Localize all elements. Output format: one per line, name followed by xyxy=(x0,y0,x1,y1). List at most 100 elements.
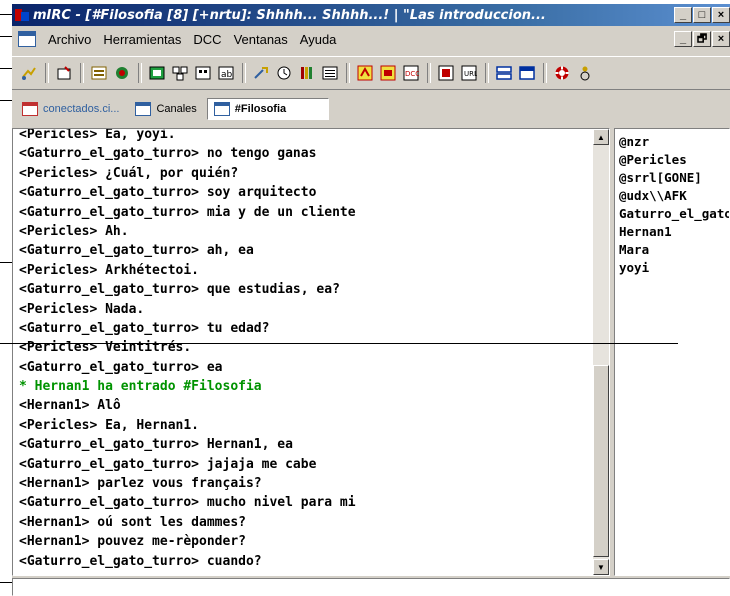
tile-icon[interactable] xyxy=(321,64,339,82)
status-window-icon xyxy=(22,102,38,116)
chat-message: <Pericles> Ea, Hernan1. xyxy=(19,417,200,433)
timer-icon[interactable]: ab xyxy=(217,64,235,82)
mdi-minimize-button[interactable]: _ xyxy=(674,31,692,47)
chat-message: <Pericles> Ea, yoyi. xyxy=(19,128,176,142)
toolbar: ab DCC URL xyxy=(12,56,730,90)
callout-divider-line xyxy=(0,343,678,344)
log-icon[interactable] xyxy=(275,64,293,82)
list-icon[interactable] xyxy=(298,64,316,82)
chat-message: <Gaturro_el_gato_turro> Hernan1, ea xyxy=(19,437,293,453)
chat-scrollbar[interactable]: ▲ ▼ xyxy=(593,129,609,575)
chat-message: <Gaturro_el_gato_turro> no tengo ganas xyxy=(19,146,317,162)
tab-status-window[interactable]: conectados.ci... xyxy=(16,99,125,119)
mirc-app-icon[interactable] xyxy=(14,7,30,23)
chat-message: <Pericles> ¿Cuál, por quién? xyxy=(19,165,239,181)
menu-ventanas[interactable]: Ventanas xyxy=(228,32,294,47)
mdi-restore-button[interactable]: 🗗 xyxy=(693,31,711,47)
nick-item[interactable]: yoyi xyxy=(615,259,729,277)
chat-message: <Gaturro_el_gato_turro> mia y de un clie… xyxy=(19,204,356,220)
channel-list-tab-icon xyxy=(135,102,152,116)
svg-text:DCC: DCC xyxy=(405,70,419,78)
window-title: mIRC - [#Filosofia [8] [+nrtu]: Shhhh...… xyxy=(33,7,546,23)
chat-message: <Hernan1> parlez vous français? xyxy=(19,476,262,492)
switchbar: conectados.ci... Canales #Filosofia xyxy=(12,96,730,122)
send-file-icon[interactable] xyxy=(356,64,374,82)
nick-item[interactable]: Hernan1 xyxy=(615,223,729,241)
tab-channel-list[interactable]: Canales xyxy=(129,99,202,119)
nick-list[interactable]: @nzr @Pericles @srrl[GONE] @udx\\AFK Gaturro… xyxy=(614,128,730,576)
scroll-thumb[interactable] xyxy=(593,365,609,557)
svg-text:ab: ab xyxy=(221,70,233,80)
connect-icon[interactable] xyxy=(20,64,38,82)
nick-item[interactable]: @nzr xyxy=(615,133,729,151)
chat-message: <Gaturro_el_gato_turro> ea xyxy=(19,359,223,375)
toolbar-separator xyxy=(45,63,49,83)
menu-ayuda[interactable]: Ayuda xyxy=(294,32,343,47)
tab-filosofia[interactable]: #Filosofia xyxy=(206,98,329,120)
mirc-window: mIRC - [#Filosofia [8] [+nrtu]: Shhhh...… xyxy=(12,4,730,596)
cascade-windows-icon[interactable] xyxy=(518,64,536,82)
colors-icon[interactable] xyxy=(148,64,166,82)
scroll-up-button[interactable]: ▲ xyxy=(593,129,609,145)
about-icon[interactable] xyxy=(576,64,594,82)
chat-message: <Gaturro_el_gato_turro> ah, ea xyxy=(19,243,254,259)
chat-message: <Gaturro_el_gato_turro> mucho nivel para… xyxy=(19,495,356,511)
svg-text:URL: URL xyxy=(464,70,477,78)
address-book-icon[interactable] xyxy=(113,64,131,82)
scroll-down-button[interactable]: ▼ xyxy=(593,559,609,575)
received-icon[interactable] xyxy=(437,64,455,82)
close-button[interactable]: × xyxy=(712,7,730,23)
dcc-icon[interactable] xyxy=(171,64,189,82)
minimize-button[interactable]: _ xyxy=(674,7,692,23)
channel-tab-icon xyxy=(213,102,230,116)
join-notice: * Hernan1 ha entrado #Filosofia xyxy=(19,379,262,395)
toolbar-separator xyxy=(543,63,547,83)
chat-message: <Pericles> Arkhétectoi. xyxy=(19,262,200,278)
menu-dcc[interactable]: DCC xyxy=(187,32,227,47)
help-lifebuoy-icon[interactable] xyxy=(553,64,571,82)
options-icon[interactable] xyxy=(55,64,73,82)
chat-message: <Gaturro_el_gato_turro> jajaja me cabe xyxy=(19,456,317,472)
nick-item[interactable]: @udx\\AFK xyxy=(615,187,729,205)
tab-label: Canales xyxy=(156,103,197,115)
chat-icon[interactable] xyxy=(379,64,397,82)
chat-message: <Hernan1> oú sont les dammes? xyxy=(19,514,246,530)
toolbar-separator xyxy=(138,63,142,83)
channel-list-icon[interactable] xyxy=(90,64,108,82)
tab-label: #Filosofia xyxy=(234,103,287,115)
chat-message: <Gaturro_el_gato_turro> tu edad? xyxy=(19,320,270,336)
toolbar-separator xyxy=(427,63,431,83)
menu-herramientas[interactable]: Herramientas xyxy=(97,32,187,47)
toolbar-separator xyxy=(80,63,84,83)
nick-item[interactable]: @Pericles xyxy=(615,151,729,169)
dcc-chat-icon[interactable]: DCC xyxy=(402,64,420,82)
maximize-button[interactable]: □ xyxy=(693,7,711,23)
url-icon[interactable] xyxy=(252,64,270,82)
nick-item[interactable]: Mara xyxy=(615,241,729,259)
chat-message: <Gaturro_el_gato_turro> que estudias, ea… xyxy=(19,282,340,298)
chat-messages: <Pericles> Ea, yoyi. <Gaturro_el_gato_tur… xyxy=(19,128,589,571)
notify-icon[interactable] xyxy=(194,64,212,82)
logs-icon[interactable]: URL xyxy=(460,64,478,82)
menu-bar: Archivo Herramientas DCC Ventanas Ayuda … xyxy=(12,28,730,50)
chat-message: <Gaturro_el_gato_turro> soy arquitecto xyxy=(19,185,317,201)
nick-item[interactable]: Gaturro_el_gato_turro xyxy=(615,205,729,223)
tile-windows-icon[interactable] xyxy=(495,64,513,82)
chat-message: <Hernan1> Alô xyxy=(19,398,121,414)
nick-item[interactable]: @srrl[GONE] xyxy=(615,169,729,187)
chat-message: <Pericles> Veintitrés. xyxy=(19,340,192,356)
chat-message: <Pericles> Ah. xyxy=(19,223,129,239)
mdi-close-button[interactable]: × xyxy=(712,31,730,47)
toolbar-separator xyxy=(485,63,489,83)
chat-window[interactable]: <Pericles> Ea, yoyi. <Gaturro_el_gato_tur… xyxy=(12,128,610,576)
title-bar[interactable]: mIRC - [#Filosofia [8] [+nrtu]: Shhhh...… xyxy=(12,4,730,26)
menu-archivo[interactable]: Archivo xyxy=(42,32,97,47)
chat-message: <Pericles> Nada. xyxy=(19,301,145,317)
channel-window-icon[interactable] xyxy=(18,31,36,47)
tab-label: conectados.ci... xyxy=(43,103,120,115)
toolbar-separator xyxy=(242,63,246,83)
chat-message: <Hernan1> pouvez me-rèponder? xyxy=(19,534,246,550)
message-input[interactable] xyxy=(12,578,730,596)
chat-message: <Gaturro_el_gato_turro> cuando? xyxy=(19,553,262,569)
toolbar-separator xyxy=(346,63,350,83)
